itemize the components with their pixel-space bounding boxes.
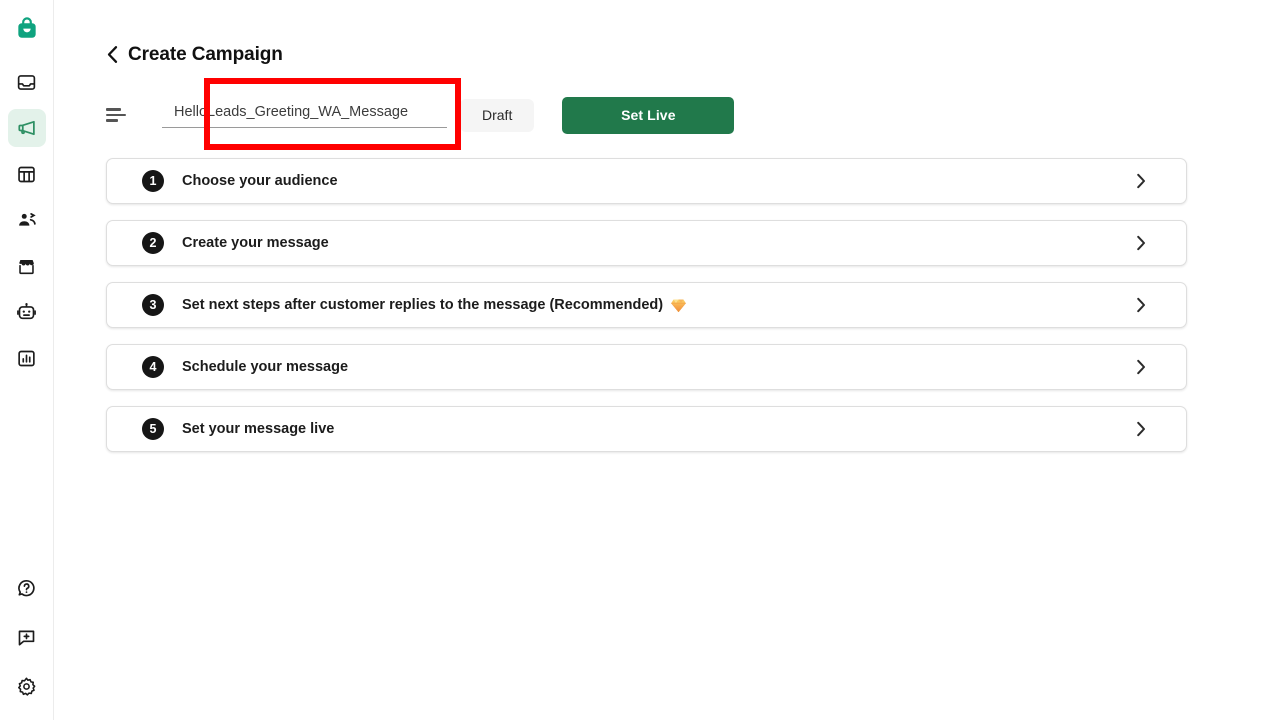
sort-lines-icon[interactable] (106, 104, 128, 126)
step-label: Create your message (182, 235, 329, 251)
step-card-2[interactable]: 2 Create your message (106, 220, 1187, 266)
step-card-3[interactable]: 3 Set next steps after customer replies … (106, 282, 1187, 328)
step-number-badge: 5 (142, 418, 164, 440)
chevron-right-icon[interactable] (1136, 173, 1168, 189)
sidebar-item-board[interactable] (8, 155, 46, 193)
step-card-1[interactable]: 1 Choose your audience (106, 158, 1187, 204)
sidebar-item-feedback[interactable] (8, 618, 46, 656)
set-live-button[interactable]: Set Live (562, 96, 735, 134)
sidebar-bottom-group (8, 569, 46, 720)
sidebar-item-campaigns[interactable] (7, 109, 46, 147)
sidebar-item-settings[interactable] (8, 667, 46, 705)
sidebar-item-contacts[interactable] (8, 201, 46, 239)
step-label-text: Schedule your message (182, 359, 349, 375)
main-content: Create Campaign Draft Set Live 1 Choose … (54, 0, 1280, 720)
sidebar-item-analytics[interactable] (8, 339, 46, 377)
sidebar-item-help[interactable] (8, 569, 46, 607)
page-title: Create Campaign (128, 44, 283, 65)
chevron-left-icon[interactable] (106, 45, 119, 65)
step-number-badge: 3 (142, 294, 164, 316)
chevron-right-icon[interactable] (1136, 235, 1168, 251)
page-header: Create Campaign (106, 44, 283, 66)
campaign-name-input[interactable] (162, 103, 447, 128)
step-label-text: Choose your audience (182, 173, 338, 189)
sidebar-item-store[interactable] (8, 247, 46, 285)
campaign-steps-list: 1 Choose your audience 2 Create your mes… (106, 158, 1187, 468)
step-card-5[interactable]: 5 Set your message live (106, 406, 1187, 452)
chevron-right-icon[interactable] (1136, 421, 1168, 437)
sidebar-item-chatbot[interactable] (8, 293, 46, 331)
campaign-toolbar: Draft Set Live (106, 96, 735, 134)
chevron-right-icon[interactable] (1136, 359, 1168, 375)
step-label-text: Set your message live (182, 421, 335, 437)
campaign-name-field (162, 103, 447, 128)
sidebar-top-group (7, 0, 46, 385)
step-label: Set your message live (182, 421, 334, 437)
step-card-4[interactable]: 4 Schedule your message (106, 344, 1187, 390)
sidebar-item-inbox[interactable] (8, 63, 46, 101)
status-badge[interactable]: Draft (460, 98, 535, 132)
shopping-bag-logo[interactable] (8, 9, 46, 47)
gem-diamond-icon (670, 297, 687, 314)
step-number-badge: 1 (142, 170, 164, 192)
step-label: Set next steps after customer replies to… (182, 297, 687, 314)
step-number-badge: 2 (142, 232, 164, 254)
step-number-badge: 4 (142, 356, 164, 378)
step-label-text: Set next steps after customer replies to… (182, 297, 664, 313)
sidebar (0, 0, 54, 720)
chevron-right-icon[interactable] (1136, 297, 1168, 313)
step-label-text: Create your message (182, 235, 329, 251)
step-label: Choose your audience (182, 173, 338, 189)
step-label: Schedule your message (182, 359, 348, 375)
